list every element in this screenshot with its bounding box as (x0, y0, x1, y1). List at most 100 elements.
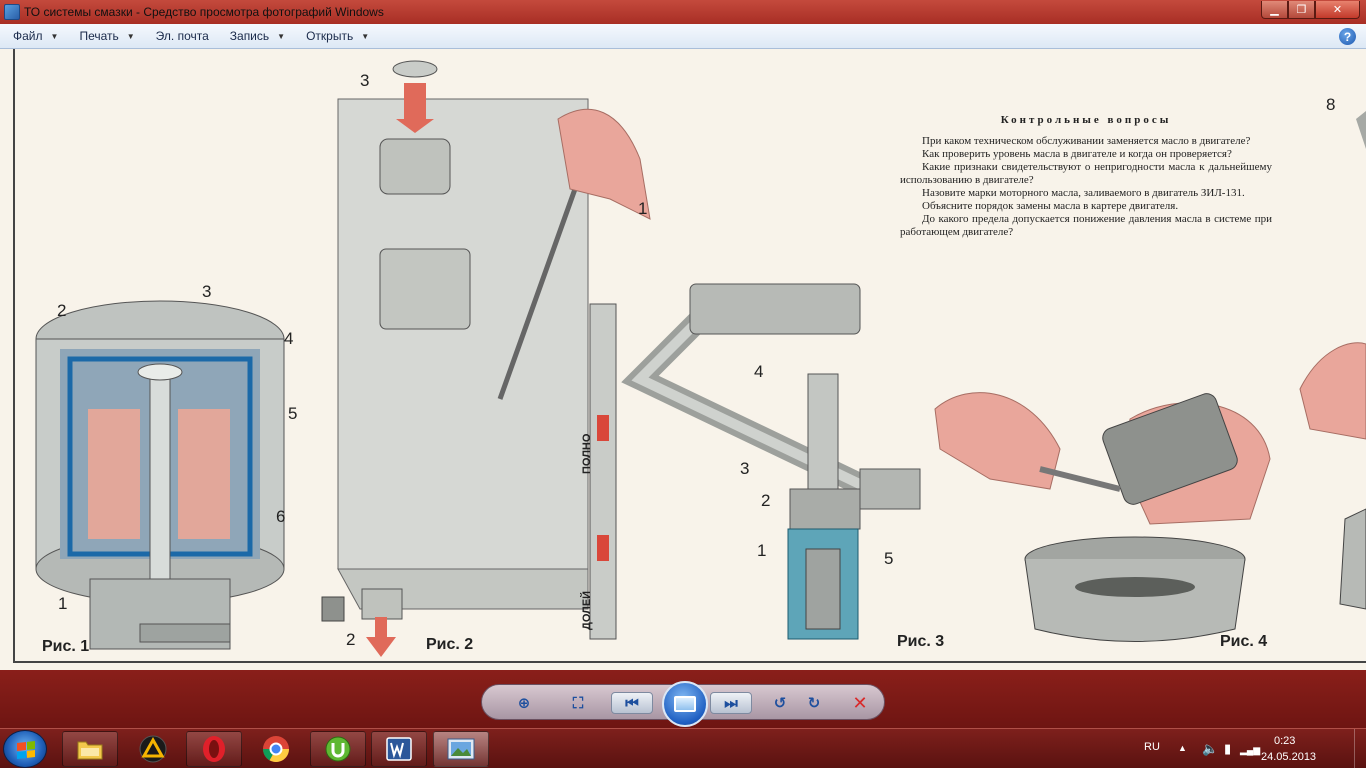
taskbar-opera[interactable] (186, 731, 242, 767)
previous-button[interactable]: ⏮ (611, 692, 653, 714)
rotate-ccw-icon: ↺ (773, 695, 787, 712)
figure-5-cropped (1299, 111, 1366, 610)
clock-date[interactable]: 24.05.2013 (1261, 751, 1316, 763)
caption-fig-4: Рис. 4 (1220, 633, 1268, 650)
menu-burn-label: Запись (229, 29, 270, 43)
caption-fig-2: Рис. 2 (426, 636, 474, 653)
rotate-clockwise-button[interactable]: ↻ (802, 692, 826, 714)
menu-email[interactable]: Эл. почта (143, 24, 217, 49)
callout-fig3-3: 3 (740, 459, 750, 478)
menu-print-label: Печать (79, 29, 119, 43)
taskbar-chrome[interactable] (248, 731, 304, 767)
folder-icon (77, 741, 103, 760)
taskbar-photo-viewer[interactable] (433, 731, 489, 767)
window-titlebar[interactable]: ТО системы смазки - Средство просмотра ф… (0, 0, 1366, 24)
menu-open[interactable]: Открыть ▼ (293, 24, 377, 49)
slideshow-icon (674, 696, 696, 712)
minimize-button[interactable]: ▁ (1261, 1, 1288, 19)
photo-viewer-app-icon (4, 4, 20, 20)
callout-fig2-1: 1 (638, 199, 648, 218)
callout-fig1-4: 4 (284, 329, 294, 348)
rotate-cw-icon: ↻ (807, 695, 821, 712)
show-desktop-button[interactable] (1354, 729, 1366, 768)
show-hidden-icons-icon[interactable]: ▲ (1178, 743, 1187, 753)
chrome-icon (262, 736, 290, 763)
figure-3-pressure-line (621, 283, 921, 640)
caption-fig-1: Рис. 1 (42, 638, 90, 655)
window-title: ТО системы смазки - Средство просмотра ф… (24, 5, 384, 19)
question-4: Назовите марки моторного масла, заливаем… (922, 187, 1245, 199)
menu-file[interactable]: Файл ▼ (0, 24, 66, 49)
system-tray: RU ▲ 🔈 ▮ ▂▄▆ 0:23 24.05.2013 (1136, 729, 1366, 768)
actual-size-button[interactable]: ⛶ (566, 692, 590, 714)
caption-fig-3: Рис. 3 (897, 633, 945, 650)
previous-icon: ⏮ (625, 694, 639, 712)
questions-heading: Контрольные вопросы (1000, 114, 1172, 126)
callout-fig3-2: 2 (761, 491, 771, 510)
callout-fig1-1: 1 (58, 594, 68, 613)
callout-fig1-5: 5 (288, 404, 298, 423)
slideshow-button[interactable] (662, 681, 708, 727)
fit-window-icon: ⛶ (572, 694, 584, 712)
maximize-button[interactable]: ❐ (1288, 1, 1315, 19)
figure-2-engine-dipstick (321, 60, 651, 657)
figure-1-oil-filter (35, 300, 285, 650)
menu-burn[interactable]: Запись ▼ (217, 24, 293, 49)
windows-logo-icon (17, 741, 35, 759)
next-icon: ⏭ (724, 694, 738, 712)
taskbar-daemon-tools[interactable] (125, 731, 181, 767)
dipstick-label-top-up: ДОЛЕЙ (581, 590, 593, 630)
start-button[interactable] (3, 730, 47, 768)
callout-fig1-6: 6 (276, 507, 286, 526)
close-button[interactable]: ✕ (1315, 1, 1360, 19)
menu-bar: Файл ▼ Печать ▼ Эл. почта Запись ▼ Откры… (0, 24, 1366, 49)
callout-fig2-3: 3 (360, 71, 370, 90)
delete-button[interactable]: ✕ (848, 692, 872, 714)
question-5: Объясните порядок замены масла в картере… (922, 200, 1179, 212)
question-6: До какого предела допускается понижение … (900, 213, 1272, 238)
help-button[interactable]: ? (1339, 28, 1356, 45)
zoom-icon: ⊕ (517, 695, 531, 712)
photo-display[interactable]: Контрольные вопросы При каком техническо… (0, 49, 1366, 670)
rotate-counterclockwise-button[interactable]: ↺ (768, 692, 792, 714)
minimize-icon: ▁ (1270, 4, 1279, 16)
utorrent-icon (325, 736, 351, 762)
photo-controls-bar: ⊕ ⛶ ⏮ ⏭ ↺ ↻ ✕ (481, 681, 885, 727)
volume-icon[interactable]: 🔈 (1202, 741, 1218, 757)
callout-fig5-8: 8 (1326, 95, 1336, 114)
close-icon: ✕ (1332, 4, 1343, 16)
battery-icon[interactable]: ▮ (1224, 741, 1231, 757)
chevron-down-icon: ▼ (277, 31, 286, 41)
dipstick-label-full: ПОЛНО (581, 433, 593, 474)
question-1: При каком техническом обслуживании замен… (922, 135, 1251, 147)
callout-fig1-3: 3 (202, 282, 212, 301)
opera-icon (203, 736, 225, 762)
callout-fig3-4: 4 (754, 362, 764, 381)
menu-email-label: Эл. почта (155, 29, 209, 43)
callout-fig3-1: 1 (757, 541, 767, 560)
menu-print[interactable]: Печать ▼ (66, 24, 142, 49)
chevron-down-icon: ▼ (50, 31, 59, 41)
daemon-tools-icon (139, 735, 167, 763)
zoom-button[interactable]: ⊕ (506, 692, 542, 714)
word-icon (386, 737, 412, 761)
network-signal-icon[interactable]: ▂▄▆ (1240, 745, 1260, 756)
language-indicator[interactable]: RU (1144, 741, 1160, 753)
menu-file-label: Файл (13, 29, 43, 43)
question-2: Как проверить уровень масла в двигателе … (922, 148, 1232, 160)
taskbar-word[interactable] (371, 731, 427, 767)
help-icon: ? (1343, 29, 1352, 44)
question-3: Какие признаки свидетельствуют о неприго… (900, 161, 1272, 186)
taskbar-utorrent[interactable] (310, 731, 366, 767)
chevron-down-icon: ▼ (361, 31, 370, 41)
restore-icon: ❐ (1296, 4, 1307, 16)
chevron-down-icon: ▼ (126, 31, 135, 41)
control-questions: Контрольные вопросы При каком техническо… (900, 114, 1272, 239)
next-button[interactable]: ⏭ (710, 692, 752, 714)
callout-fig3-5: 5 (884, 549, 894, 568)
taskbar-explorer[interactable] (62, 731, 118, 767)
window-controls: ▁ ❐ ✕ (1261, 1, 1360, 19)
clock-time[interactable]: 0:23 (1274, 735, 1295, 747)
photo-viewer-icon (447, 738, 475, 760)
taskbar: RU ▲ 🔈 ▮ ▂▄▆ 0:23 24.05.2013 (0, 728, 1366, 768)
